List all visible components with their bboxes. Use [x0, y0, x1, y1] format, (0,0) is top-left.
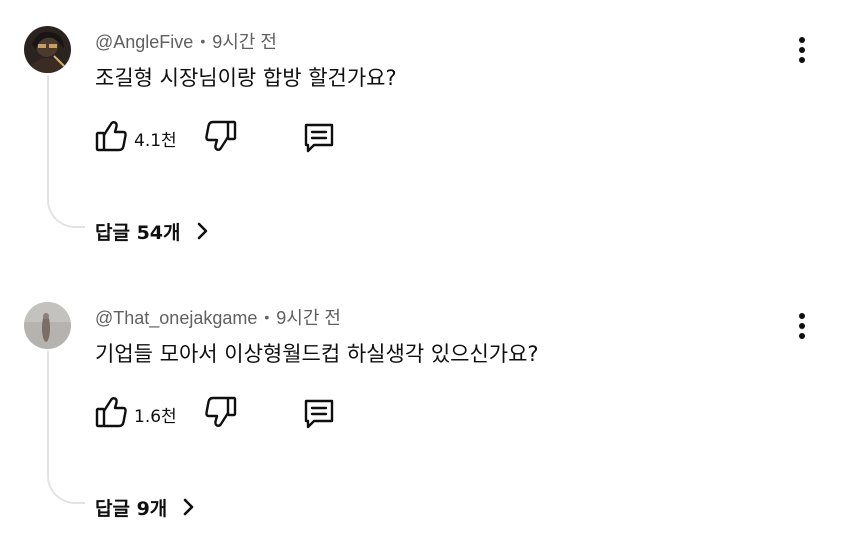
comment-actions: 1.6천: [95, 394, 355, 430]
thread-line: [47, 75, 85, 228]
comment-meta: @AngleFive • 9시간 전: [95, 28, 277, 54]
vertical-dots-icon[interactable]: [789, 34, 815, 66]
thumbs-down-icon[interactable]: [203, 120, 237, 156]
author-name[interactable]: @That_onejakgame: [95, 308, 257, 328]
comment-bubble-icon[interactable]: [302, 120, 336, 154]
thumbs-up-icon[interactable]: [95, 118, 129, 154]
comment-thread: @AngleFive • 9시간 전 조길형 시장님이랑 합방 할건가요? 4.1천: [0, 0, 849, 276]
author-name[interactable]: @AngleFive: [95, 32, 193, 52]
comment-bubble-icon[interactable]: [302, 396, 336, 430]
chevron-right-icon: [177, 496, 199, 518]
thumbs-up-icon[interactable]: [95, 394, 129, 430]
meta-separator: •: [264, 309, 270, 325]
comment-text: 기업들 모아서 이상형월드컵 하실생각 있으신가요?: [95, 342, 539, 366]
chevron-right-icon: [191, 220, 213, 242]
like-count: 1.6천: [134, 407, 177, 427]
vertical-dots-icon[interactable]: [789, 310, 815, 342]
thumbs-down-icon[interactable]: [203, 396, 237, 432]
comment-time[interactable]: 9시간 전: [276, 308, 341, 328]
meta-separator: •: [200, 33, 206, 49]
like-count: 4.1천: [134, 131, 177, 151]
comment-thread: @That_onejakgame • 9시간 전 기업들 모아서 이상형월드컵 하실…: [0, 276, 849, 552]
comment-meta: @That_onejakgame • 9시간 전: [95, 304, 341, 330]
comment-text: 조길형 시장님이랑 합방 할건가요?: [95, 66, 397, 90]
replies-label: 답글 9개: [95, 497, 168, 520]
view-replies-button[interactable]: 답글 9개: [95, 492, 199, 522]
replies-label: 답글 54개: [95, 221, 181, 244]
comment-actions: 4.1천: [95, 118, 355, 154]
thread-line: [47, 351, 85, 504]
avatar[interactable]: [24, 26, 71, 73]
view-replies-button[interactable]: 답글 54개: [95, 216, 213, 246]
avatar[interactable]: [24, 302, 71, 349]
comment-time[interactable]: 9시간 전: [212, 32, 277, 52]
